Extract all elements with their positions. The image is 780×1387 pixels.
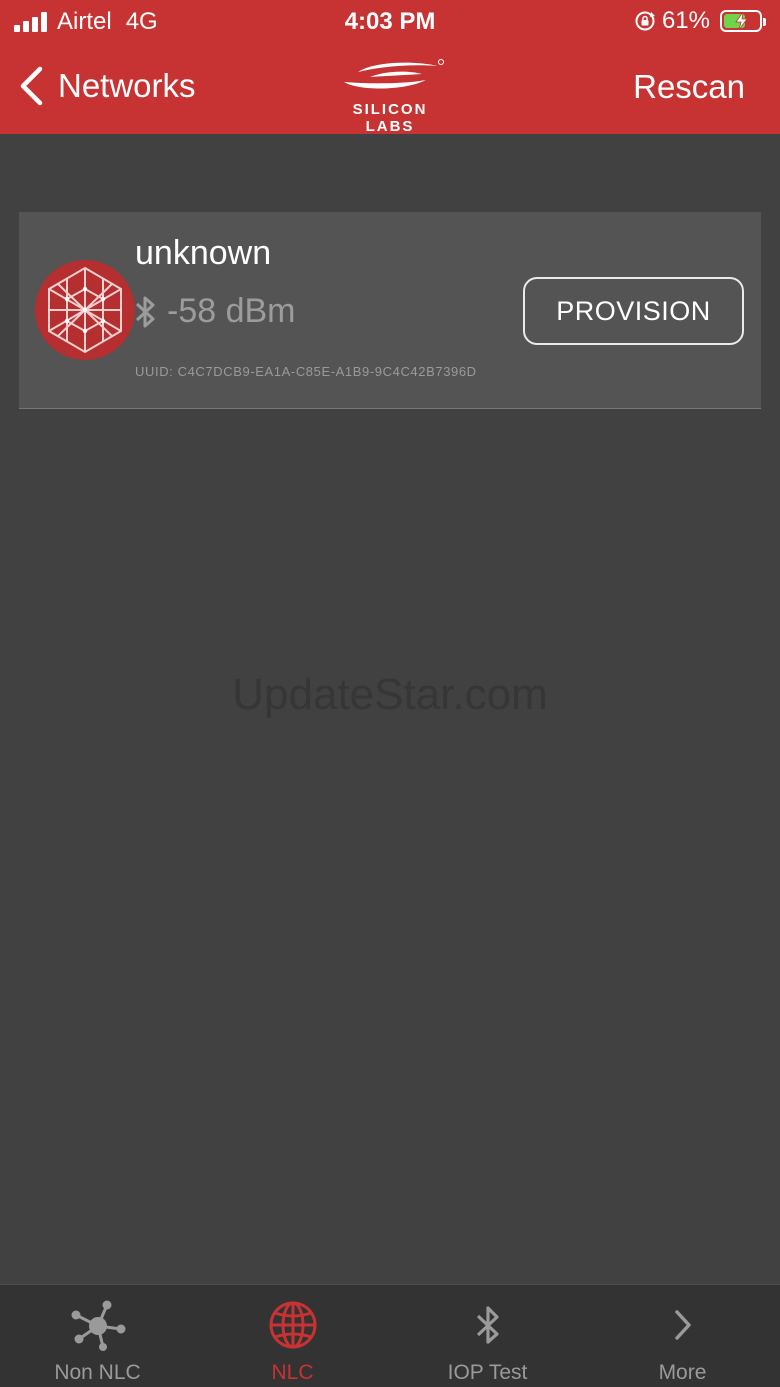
- device-list-item[interactable]: unknown -58 dBm UUID: C4C7DCB9-EA1A-C85E…: [19, 212, 761, 409]
- globe-icon: [269, 1301, 316, 1349]
- chevron-right-icon: [674, 1310, 691, 1340]
- status-right: 61%: [634, 7, 766, 35]
- bluetooth-icon: [476, 1306, 499, 1344]
- tab-label: More: [658, 1361, 707, 1384]
- tab-more[interactable]: More: [585, 1285, 780, 1387]
- tab-nlc[interactable]: NLC: [195, 1285, 390, 1387]
- chevron-left-icon: [20, 66, 43, 106]
- rssi-row: -58 dBm: [135, 292, 296, 331]
- device-name: unknown: [135, 234, 272, 272]
- back-label: Networks: [58, 67, 196, 104]
- logo-text: SILICON LABS: [352, 101, 428, 135]
- rotation-lock-icon: [635, 11, 655, 31]
- rssi-value: -58 dBm: [167, 292, 296, 330]
- mesh-hexagon-icon: [35, 260, 135, 360]
- bluetooth-icon: [135, 296, 155, 327]
- silicon-labs-mark-icon: [344, 59, 444, 89]
- rescan-button[interactable]: Rescan: [633, 68, 745, 106]
- battery-charging-icon: [720, 10, 766, 32]
- status-bar: Airtel 4G 4:03 PM 61%: [0, 0, 780, 44]
- navigation-bar: Networks SILICON LABS Rescan: [0, 44, 780, 135]
- network-nodes-icon: [71, 1300, 125, 1351]
- tab-bar: Non NLC NLC IOP Test More: [0, 1284, 780, 1387]
- device-uuid: UUID: C4C7DCB9-EA1A-C85E-A1B9-9C4C42B739…: [135, 364, 477, 379]
- tab-label: Non NLC: [54, 1361, 141, 1384]
- watermark: UpdateStar.com: [232, 670, 548, 719]
- tab-label: IOP Test: [447, 1361, 528, 1384]
- provision-button[interactable]: PROVISION: [523, 277, 744, 345]
- battery-percent: 61%: [661, 7, 710, 34]
- back-button[interactable]: Networks: [18, 66, 196, 106]
- tab-label: NLC: [271, 1361, 314, 1384]
- silicon-labs-logo: SILICON LABS: [332, 58, 448, 135]
- tab-iop-test[interactable]: IOP Test: [390, 1285, 585, 1387]
- tab-non-nlc[interactable]: Non NLC: [0, 1285, 195, 1387]
